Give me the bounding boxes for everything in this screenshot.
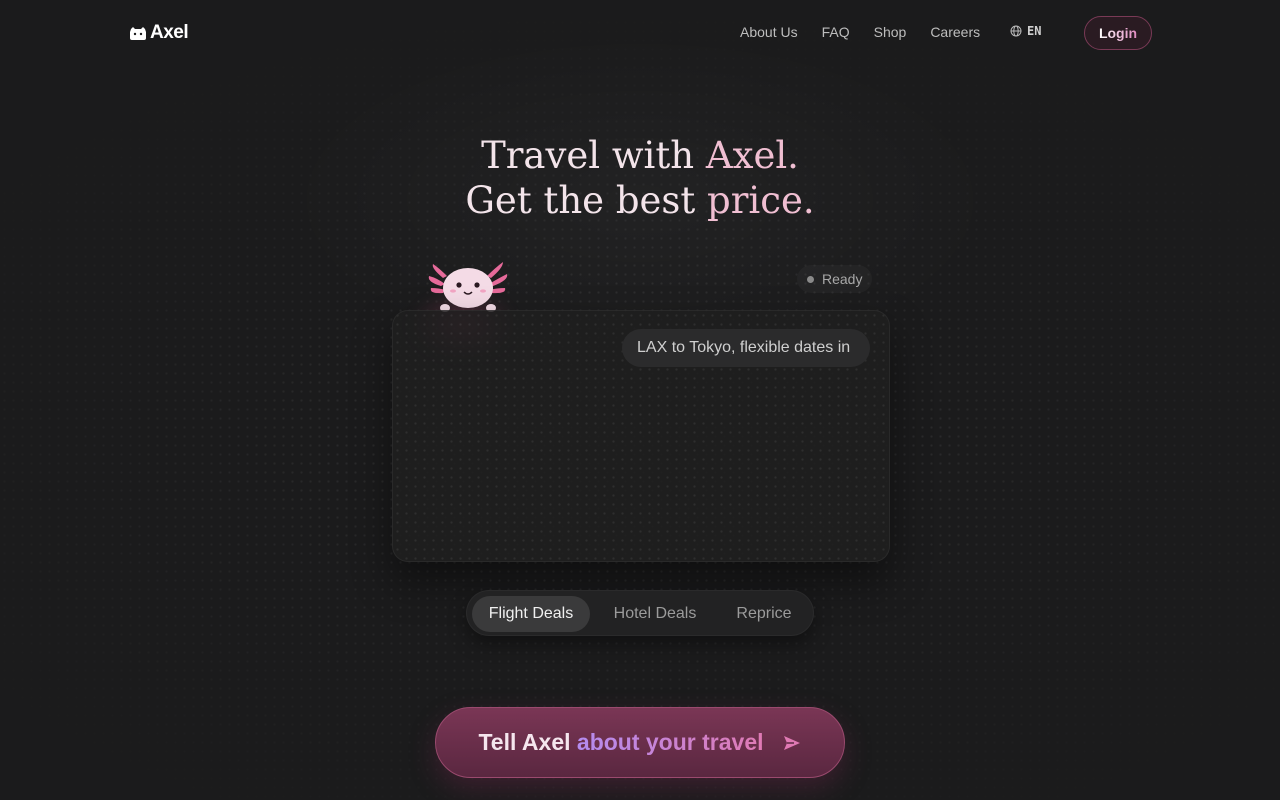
tab-hotel-deals[interactable]: Hotel Deals: [595, 596, 715, 632]
send-icon: [783, 735, 800, 750]
nav-faq[interactable]: FAQ: [822, 24, 850, 40]
main-nav: About Us FAQ Shop Careers: [740, 24, 980, 40]
tab-reprice[interactable]: Reprice: [719, 596, 809, 632]
language-label: EN: [1027, 24, 1042, 38]
nav-careers[interactable]: Careers: [930, 24, 980, 40]
status-dot: [807, 275, 814, 283]
chat-message-bubble: LAX to Tokyo, flexible dates in: [622, 329, 870, 367]
hero-line-1-text: Travel with: [481, 134, 706, 177]
login-button[interactable]: Login: [1084, 16, 1152, 50]
hero-line-1: Travel with Axel.: [0, 133, 1280, 178]
cta-text-part-2: about your travel: [576, 729, 764, 755]
axolotl-mascot-icon: [428, 262, 508, 312]
hero-heading: Travel with Axel. Get the best price.: [0, 133, 1280, 223]
site-header: Axel About Us FAQ Shop Careers EN Login: [0, 0, 1280, 66]
logo-text: Axel: [150, 22, 189, 43]
globe-icon: [1010, 25, 1022, 37]
hero-line-2: Get the best price.: [0, 178, 1280, 223]
language-selector[interactable]: EN: [1010, 24, 1041, 38]
logo[interactable]: Axel: [129, 22, 189, 44]
hero-line-2-highlight: price.: [707, 179, 815, 222]
hero-line-1-highlight: Axel.: [705, 134, 799, 177]
login-label: Login: [1098, 25, 1138, 41]
nav-shop[interactable]: Shop: [874, 24, 907, 40]
tell-axel-button[interactable]: Tell Axel about your travel: [435, 707, 845, 778]
hero-line-2-text: Get the best: [465, 179, 708, 222]
status-indicator: Ready: [797, 265, 872, 293]
axolotl-logo-icon: [130, 26, 146, 40]
status-text: Ready: [822, 271, 863, 287]
cta-text: Tell Axel about your travel: [478, 729, 763, 756]
cta-text-part-1: Tell Axel: [478, 729, 571, 755]
nav-about-us[interactable]: About Us: [740, 24, 798, 40]
deal-type-tabs: Flight Deals Hotel Deals Reprice: [466, 590, 814, 636]
tab-flight-deals[interactable]: Flight Deals: [472, 596, 590, 632]
